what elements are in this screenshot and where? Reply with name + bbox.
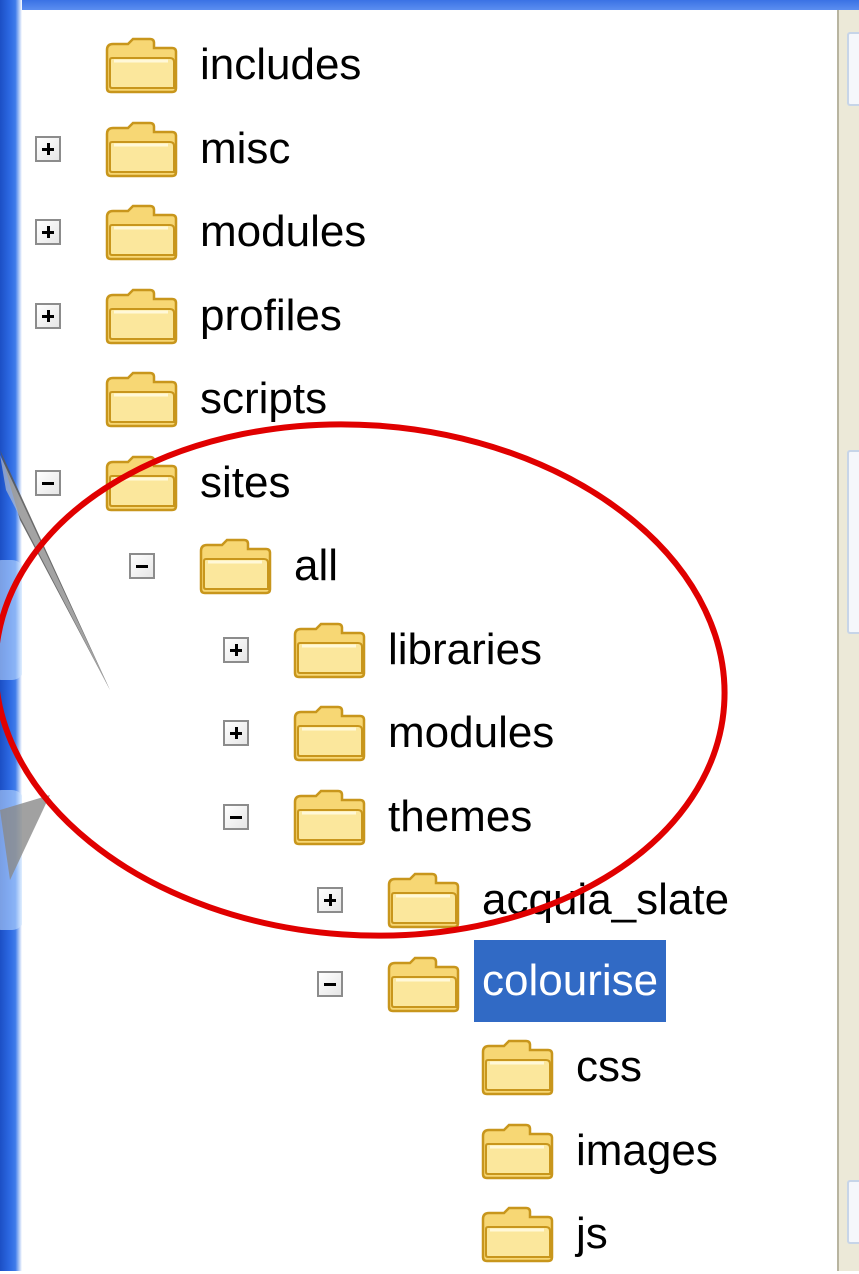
folder-icon xyxy=(480,1038,554,1096)
plus-box-icon[interactable] xyxy=(35,135,61,162)
tree-item-label[interactable]: misc xyxy=(192,124,298,174)
tree-item-profiles[interactable]: profiles xyxy=(22,276,837,356)
folder-icon xyxy=(104,36,178,94)
tree-item-css[interactable]: css xyxy=(22,1027,837,1107)
tree-item-all[interactable]: all xyxy=(22,526,837,606)
tree-item-modules[interactable]: modules xyxy=(22,693,837,773)
folder-icon xyxy=(386,955,460,1013)
tree-item-label[interactable]: css xyxy=(568,1042,650,1092)
minus-box-icon[interactable] xyxy=(317,970,343,997)
folder-icon xyxy=(104,203,178,261)
tree-item-acquia-slate[interactable]: acquia_slate xyxy=(22,860,837,940)
tree-item-scripts[interactable]: scripts xyxy=(22,359,837,439)
tree-item-label[interactable]: images xyxy=(568,1126,726,1176)
tree-item-label[interactable]: themes xyxy=(380,792,540,842)
plus-box-icon[interactable] xyxy=(223,636,249,663)
tree-item-label[interactable]: js xyxy=(568,1209,616,1259)
tree-item-label[interactable]: all xyxy=(286,541,346,591)
window-top-edge xyxy=(0,0,859,10)
tree-item-libraries[interactable]: libraries xyxy=(22,610,837,690)
tree-item-includes[interactable]: includes xyxy=(22,25,837,105)
tree-item-label[interactable]: acquia_slate xyxy=(474,875,737,925)
tree-item-sites[interactable]: sites xyxy=(22,443,837,523)
tree-item-label[interactable]: modules xyxy=(192,207,374,257)
folder-icon xyxy=(292,788,366,846)
folder-icon xyxy=(104,454,178,512)
plus-box-icon[interactable] xyxy=(223,720,249,746)
folder-icon xyxy=(292,704,366,762)
plus-box-icon[interactable] xyxy=(35,302,61,329)
folder-icon xyxy=(480,1205,554,1263)
tree-item-label[interactable]: profiles xyxy=(192,291,350,341)
folder-icon xyxy=(104,120,178,178)
folder-icon xyxy=(292,621,366,679)
tree-item-label[interactable]: colourise xyxy=(474,939,667,1022)
tree-item-colourise[interactable]: colourise xyxy=(22,939,837,1024)
plus-box-icon[interactable] xyxy=(35,219,61,245)
folder-icon xyxy=(386,871,460,929)
minus-box-icon[interactable] xyxy=(223,803,249,830)
tree-item-label[interactable]: sites xyxy=(192,458,298,508)
tree-item-label[interactable]: libraries xyxy=(380,625,550,675)
window-left-border xyxy=(0,0,24,1271)
minus-box-icon[interactable] xyxy=(35,469,61,496)
tree-item-misc[interactable]: misc xyxy=(22,109,837,189)
folder-tree-pane[interactable]: includes misc modules profiles scripts sites a… xyxy=(22,10,837,1271)
folder-icon xyxy=(480,1122,554,1180)
adjacent-pane-edge xyxy=(837,10,859,1271)
minus-box-icon[interactable] xyxy=(129,553,155,579)
folder-icon xyxy=(104,287,178,345)
tree-item-label[interactable]: scripts xyxy=(192,374,335,424)
tree-item-label[interactable]: modules xyxy=(380,708,562,758)
tree-item-js[interactable]: js xyxy=(22,1194,837,1274)
tree-item-label[interactable]: includes xyxy=(192,40,369,90)
folder-icon xyxy=(104,370,178,428)
tree-item-modules[interactable]: modules xyxy=(22,192,837,272)
tree-item-images[interactable]: images xyxy=(22,1111,837,1191)
plus-box-icon[interactable] xyxy=(317,887,343,913)
tree-item-themes[interactable]: themes xyxy=(22,777,837,857)
folder-icon xyxy=(198,537,272,595)
